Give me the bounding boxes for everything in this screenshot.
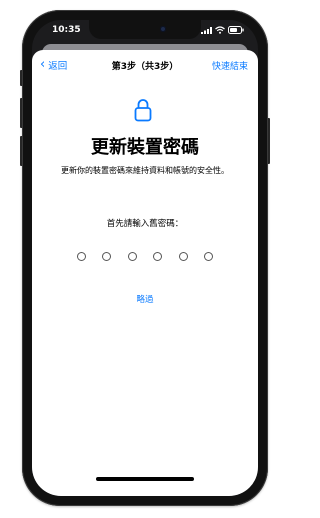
passcode-field[interactable] <box>77 252 213 261</box>
passcode-dot <box>102 252 112 261</box>
battery-icon <box>228 26 244 34</box>
lock-icon <box>134 99 152 122</box>
status-time: 10:35 <box>52 25 81 35</box>
passcode-dot <box>153 252 163 261</box>
passcode-dot <box>178 252 188 261</box>
description: 更新你的裝置密碼來維持資料和帳號的安全性。 <box>61 166 229 175</box>
page-title: 更新裝置密碼 <box>91 137 199 158</box>
passcode-dot <box>77 252 86 261</box>
signal-icon <box>201 26 212 34</box>
phone-frame: 10:35 ‹ 返回 第3步（共3步） 快速結束 更新裝置密碼 更新你的裝置密碼… <box>22 10 268 506</box>
quick-exit-button[interactable]: 快速結束 <box>212 59 248 72</box>
skip-button[interactable]: 略過 <box>32 293 258 305</box>
passcode-dot <box>127 252 137 261</box>
wifi-icon <box>215 26 225 34</box>
navigation-bar: ‹ 返回 第3步（共3步） 快速結束 <box>32 50 258 80</box>
notch <box>89 20 201 39</box>
passcode-prompt: 首先請輸入舊密碼： <box>106 219 184 229</box>
modal-sheet: ‹ 返回 第3步（共3步） 快速結束 更新裝置密碼 更新你的裝置密碼來維持資料和… <box>32 50 258 496</box>
screen: 10:35 ‹ 返回 第3步（共3步） 快速結束 更新裝置密碼 更新你的裝置密碼… <box>32 20 258 496</box>
status-icons <box>201 26 244 34</box>
front-camera <box>160 26 166 32</box>
home-indicator[interactable] <box>96 477 194 481</box>
passcode-dot <box>203 252 213 261</box>
